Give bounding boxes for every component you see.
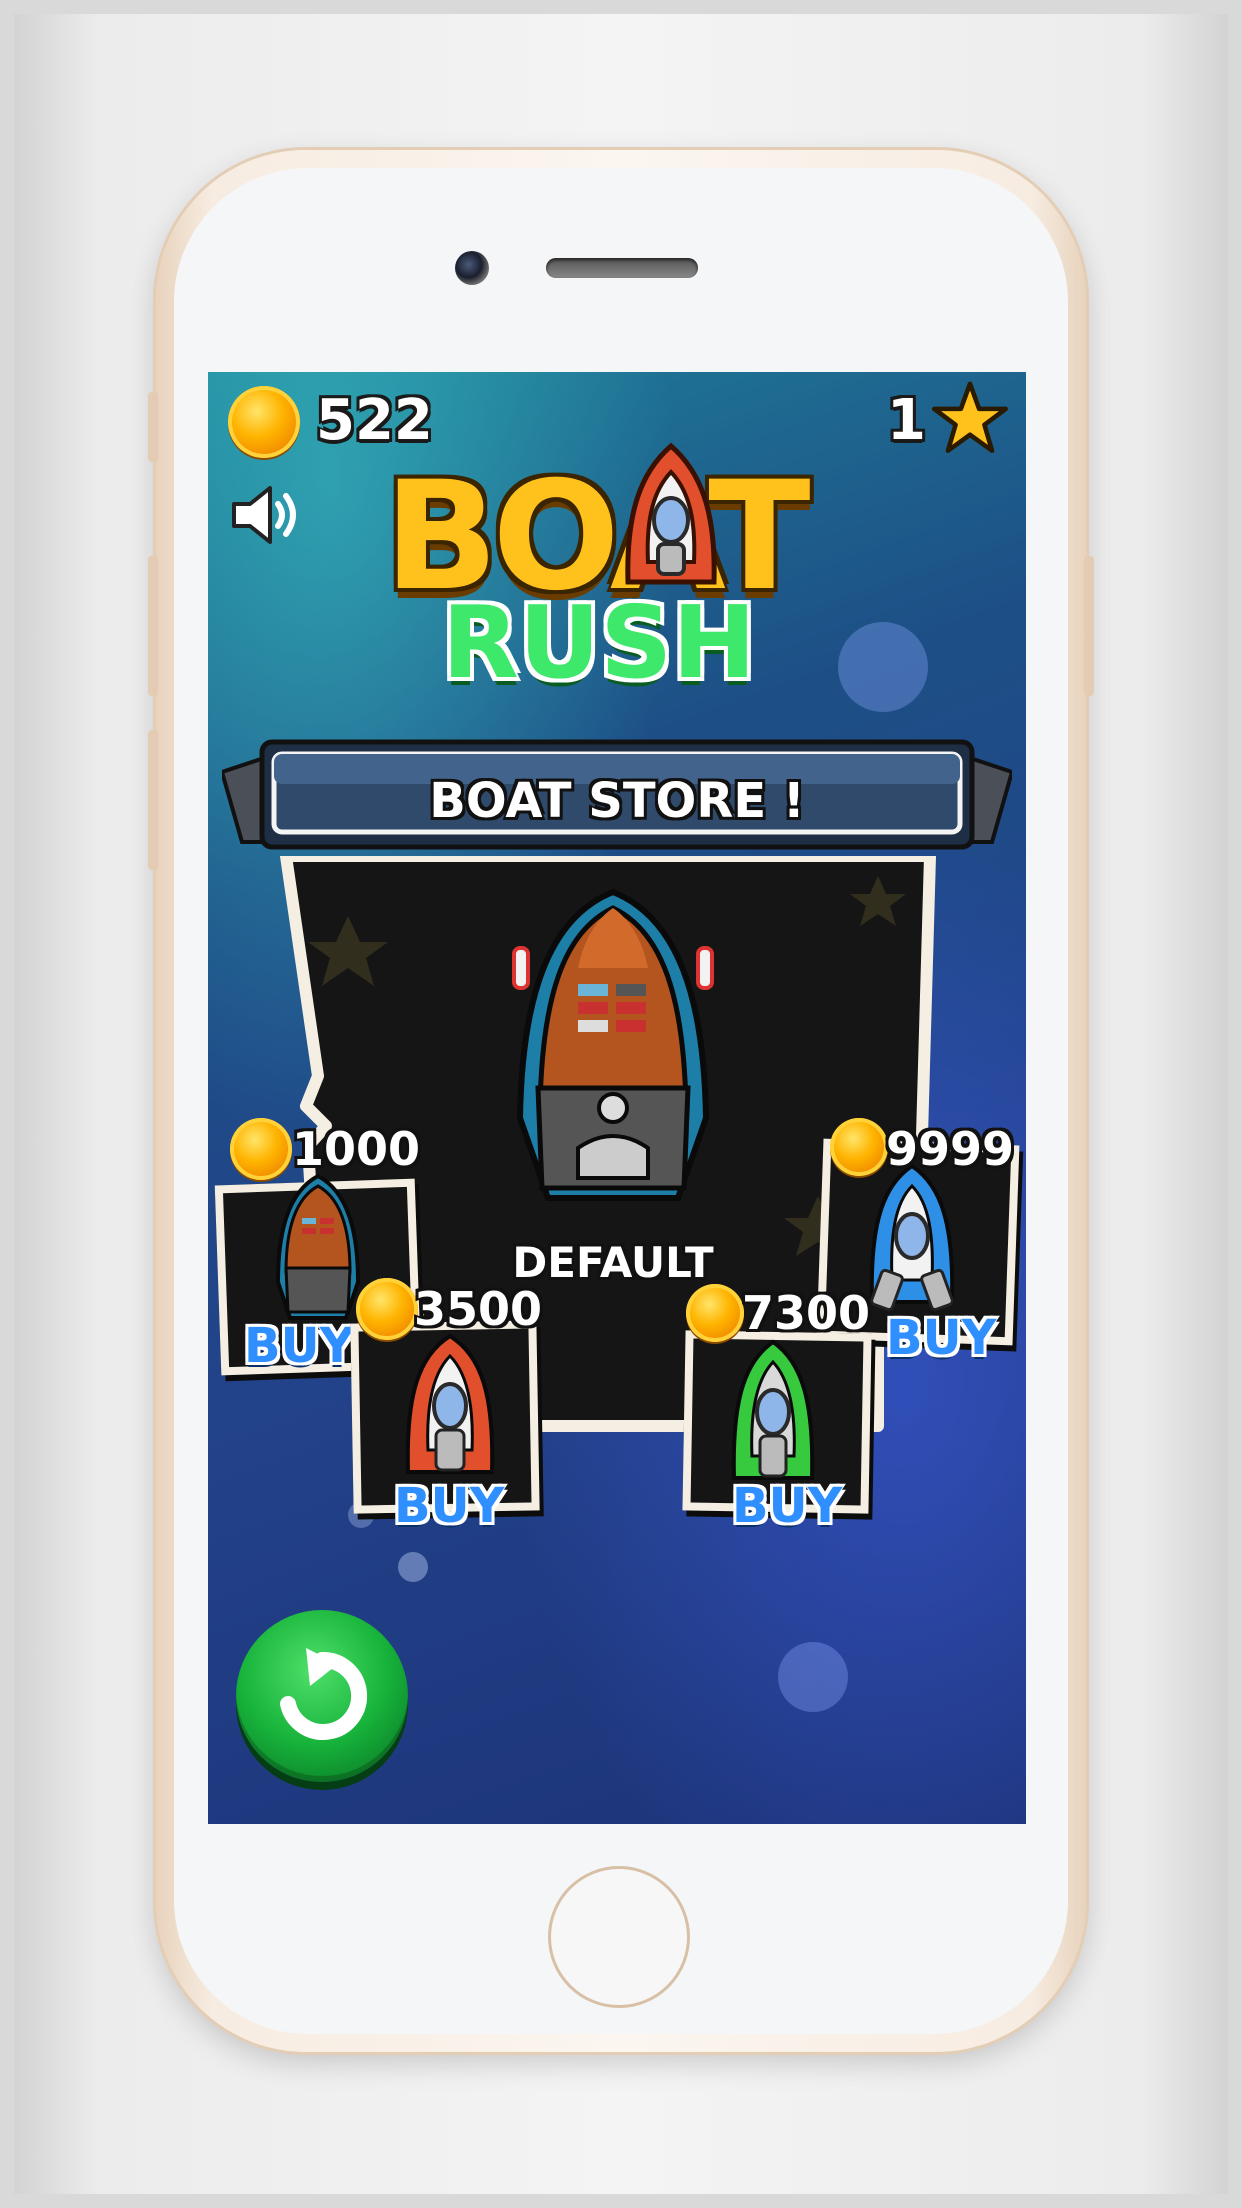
buy-button[interactable]: BUY: [886, 1310, 996, 1366]
item-price: 1000: [292, 1122, 421, 1176]
buy-button[interactable]: BUY: [732, 1478, 842, 1534]
star-count: 1: [887, 388, 926, 453]
logo-title-rush: RUSH: [442, 584, 756, 701]
item-price: 7300: [742, 1286, 871, 1340]
boat-brown-icon: [275, 1173, 361, 1320]
game-screen: 522 1 BOAT RUSH BOAT STORE ! DEFAULT 100…: [208, 372, 1026, 1824]
home-button[interactable]: [548, 1866, 690, 2008]
earpiece-speaker: [546, 258, 698, 278]
volume-up-button: [148, 556, 158, 696]
replay-icon: [280, 1648, 368, 1740]
coin-icon: [356, 1278, 418, 1340]
boat-red-icon: [405, 1333, 495, 1474]
front-camera: [455, 251, 489, 285]
power-button: [1084, 556, 1094, 696]
volume-down-button: [148, 730, 158, 870]
boat-green-icon: [731, 1339, 815, 1480]
mute-switch: [148, 392, 158, 462]
star-icon: [932, 381, 1008, 453]
coin-icon: [830, 1118, 888, 1176]
bokeh-light: [838, 622, 928, 712]
game-logo: BOAT RUSH: [384, 442, 844, 714]
coin-icon: [230, 1118, 292, 1180]
selected-boat-label: DEFAULT: [512, 1238, 714, 1287]
coin-count: 522: [316, 388, 433, 453]
buy-button[interactable]: BUY: [394, 1478, 504, 1534]
replay-button[interactable]: [236, 1610, 408, 1782]
speaker-icon[interactable]: [228, 480, 308, 550]
boat-blue-icon: [869, 1163, 955, 1312]
logo-boat-icon: [625, 442, 717, 585]
coin-icon: [686, 1284, 744, 1342]
bokeh-light: [778, 1642, 848, 1712]
item-price: 3500: [414, 1282, 543, 1336]
selected-boat-icon[interactable]: [508, 888, 718, 1218]
buy-button[interactable]: BUY: [244, 1318, 354, 1374]
bokeh-light: [398, 1552, 428, 1582]
coin-icon: [228, 386, 300, 458]
store-title: BOAT STORE !: [429, 773, 805, 829]
item-price: 9999: [886, 1122, 1015, 1176]
